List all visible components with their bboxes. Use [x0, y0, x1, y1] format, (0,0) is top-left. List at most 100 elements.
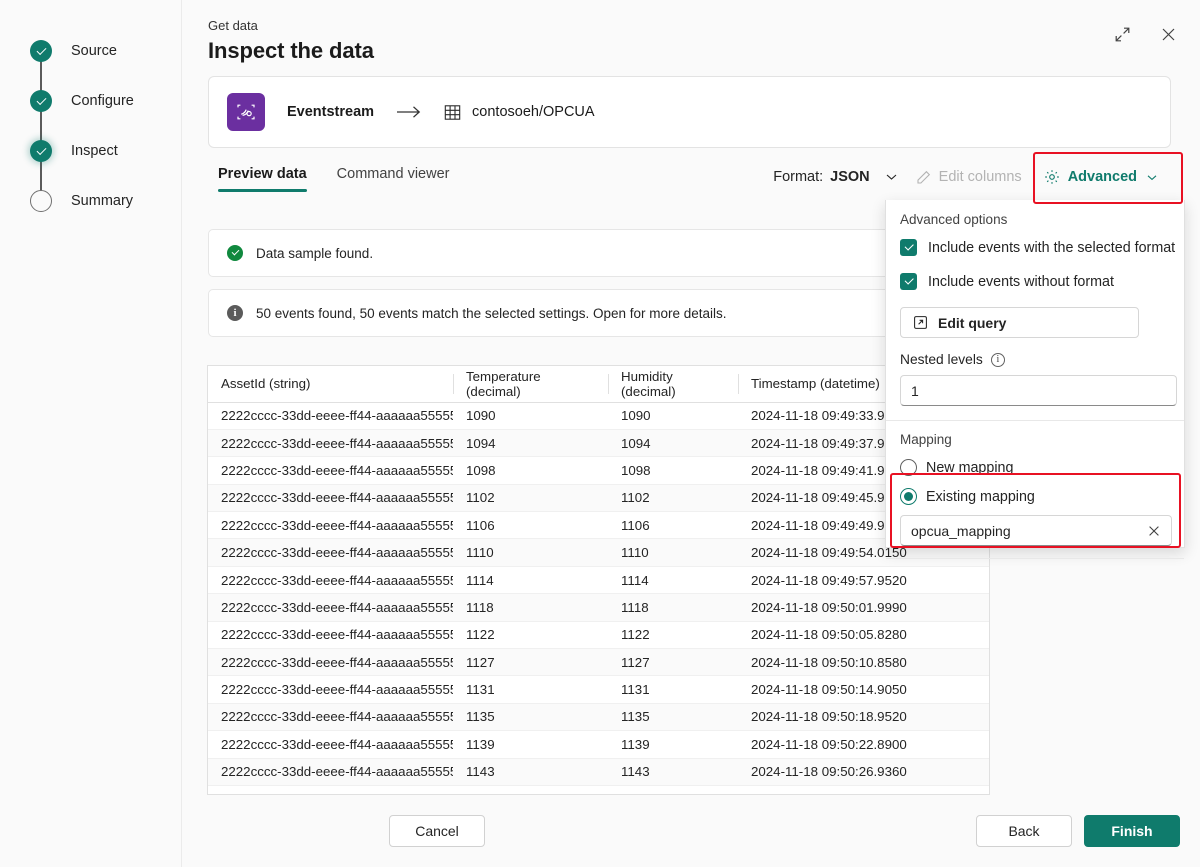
sidebar-item-source[interactable]: Source [0, 26, 181, 76]
checkbox-checked-icon [900, 239, 917, 256]
chevron-down-icon [886, 173, 897, 181]
cell-humidity: 1098 [608, 456, 738, 485]
window-actions [1106, 18, 1184, 50]
tab-command-viewer[interactable]: Command viewer [327, 162, 460, 194]
column-header-temperature[interactable]: Temperature (decimal) [453, 366, 608, 403]
back-button[interactable]: Back [976, 815, 1072, 847]
table-row[interactable]: 2222cccc-33dd-eeee-ff44-aaaaaa555555 1135… [208, 703, 989, 732]
step-label-configure: Configure [71, 93, 134, 109]
footer-left: Cancel [389, 815, 485, 847]
radio-existing-mapping[interactable]: Existing mapping [900, 488, 1170, 505]
arrow-right-icon [396, 105, 422, 119]
cell-temperature: 1118 [453, 593, 608, 622]
table-row[interactable]: 2222cccc-33dd-eeee-ff44-aaaaaa555555 1106… [208, 511, 989, 540]
cell-assetid: 2222cccc-33dd-eeee-ff44-aaaaaa555555 [208, 621, 453, 650]
cell-temperature: 1135 [453, 703, 608, 732]
sidebar-item-summary[interactable]: Summary [0, 176, 181, 226]
info-circle-icon[interactable]: i [990, 352, 1005, 367]
finish-button[interactable]: Finish [1084, 815, 1180, 847]
cell-temperature: 1094 [453, 429, 608, 458]
status-message-text: Data sample found. [256, 245, 374, 261]
cell-timestamp: 2024-11-18 09:50:10.8580 [738, 648, 989, 677]
nested-levels-input[interactable] [900, 375, 1177, 406]
format-selector[interactable]: Format: JSON [773, 169, 904, 185]
table-icon [444, 104, 461, 121]
table-row[interactable]: 2222cccc-33dd-eeee-ff44-aaaaaa555555 1102… [208, 484, 989, 513]
cell-assetid: 2222cccc-33dd-eeee-ff44-aaaaaa555555 [208, 593, 453, 622]
cell-timestamp: 2024-11-18 09:50:26.9360 [738, 758, 989, 786]
cell-temperature: 1127 [453, 648, 608, 677]
close-icon[interactable] [1152, 18, 1184, 50]
tab-preview-data[interactable]: Preview data [208, 162, 317, 194]
table-row[interactable]: 2222cccc-33dd-eeee-ff44-aaaaaa555555 1127… [208, 648, 989, 677]
sidebar-item-configure[interactable]: Configure [0, 76, 181, 126]
cell-timestamp: 2024-11-18 09:50:05.8280 [738, 621, 989, 650]
cell-timestamp: 2024-11-18 09:50:01.9990 [738, 593, 989, 622]
advanced-options-panel: Advanced options Include events with the… [885, 200, 1185, 559]
table-row[interactable]: 2222cccc-33dd-eeee-ff44-aaaaaa555555 1094… [208, 429, 989, 458]
cell-temperature: 1098 [453, 456, 608, 485]
cell-temperature: 1106 [453, 511, 608, 540]
radio-new-mapping[interactable]: New mapping [900, 459, 1170, 476]
cell-temperature: 1131 [453, 675, 608, 704]
cell-humidity: 1127 [608, 648, 738, 677]
table-row[interactable]: 2222cccc-33dd-eeee-ff44-aaaaaa555555 1139… [208, 730, 989, 759]
table-row[interactable]: 2222cccc-33dd-eeee-ff44-aaaaaa555555 1131… [208, 675, 989, 704]
cell-assetid: 2222cccc-33dd-eeee-ff44-aaaaaa555555 [208, 703, 453, 732]
existing-mapping-value: opcua_mapping [911, 522, 1011, 539]
expand-icon[interactable] [1106, 18, 1138, 50]
cell-assetid: 2222cccc-33dd-eeee-ff44-aaaaaa555555 [208, 402, 453, 430]
cell-temperature: 1143 [453, 758, 608, 786]
cell-assetid: 2222cccc-33dd-eeee-ff44-aaaaaa555555 [208, 675, 453, 704]
cell-assetid: 2222cccc-33dd-eeee-ff44-aaaaaa555555 [208, 566, 453, 595]
cell-humidity: 1090 [608, 402, 738, 430]
step-check-icon-configure [30, 90, 52, 112]
source-name: Eventstream [287, 104, 375, 120]
edit-query-button[interactable]: Edit query [900, 307, 1139, 338]
advanced-button[interactable]: Advanced [1033, 163, 1168, 191]
mapping-section-title: Mapping [900, 432, 952, 447]
cell-temperature: 1102 [453, 484, 608, 513]
table-header-row: AssetId (string) Temperature (decimal) H… [208, 366, 989, 403]
cell-assetid: 2222cccc-33dd-eeee-ff44-aaaaaa555555 [208, 648, 453, 677]
open-external-icon [913, 315, 928, 330]
cell-assetid: 2222cccc-33dd-eeee-ff44-aaaaaa555555 [208, 429, 453, 458]
cell-temperature: 1122 [453, 621, 608, 650]
table-row[interactable]: 2222cccc-33dd-eeee-ff44-aaaaaa555555 1110… [208, 538, 989, 567]
preview-data-table[interactable]: AssetId (string) Temperature (decimal) H… [207, 365, 990, 795]
wizard-rail: Source Configure Inspect Summary [0, 0, 182, 867]
cell-humidity: 1118 [608, 593, 738, 622]
cell-humidity: 1106 [608, 511, 738, 540]
cell-assetid: 2222cccc-33dd-eeee-ff44-aaaaaa555555 [208, 758, 453, 786]
step-check-icon-source [30, 40, 52, 62]
table-row[interactable]: 2222cccc-33dd-eeee-ff44-aaaaaa555555 1122… [208, 621, 989, 650]
checkbox-include-selected-format[interactable]: Include events with the selected format [900, 239, 1175, 256]
table-row[interactable]: 2222cccc-33dd-eeee-ff44-aaaaaa555555 1118… [208, 593, 989, 622]
panel-bottom-divider [886, 558, 1184, 559]
table-row[interactable]: 2222cccc-33dd-eeee-ff44-aaaaaa555555 1090… [208, 402, 989, 430]
column-header-humidity[interactable]: Humidity (decimal) [608, 366, 738, 403]
tab-preview-data-label: Preview data [218, 166, 307, 182]
table-row[interactable]: 2222cccc-33dd-eeee-ff44-aaaaaa555555 1114… [208, 566, 989, 595]
cell-humidity: 1131 [608, 675, 738, 704]
checkbox-checked-icon [900, 273, 917, 290]
cell-assetid: 2222cccc-33dd-eeee-ff44-aaaaaa555555 [208, 484, 453, 513]
cell-temperature: 1110 [453, 538, 608, 567]
format-value: JSON [830, 169, 870, 185]
column-header-assetid[interactable]: AssetId (string) [208, 366, 453, 403]
cell-humidity: 1135 [608, 703, 738, 732]
checkbox-include-without-format[interactable]: Include events without format [900, 273, 1170, 290]
edit-columns-button[interactable]: Edit columns [905, 163, 1033, 191]
sidebar-item-inspect[interactable]: Inspect [0, 126, 181, 176]
cell-timestamp: 2024-11-18 09:50:22.8900 [738, 730, 989, 759]
cell-temperature: 1139 [453, 730, 608, 759]
table-row[interactable]: 2222cccc-33dd-eeee-ff44-aaaaaa555555 1143… [208, 758, 989, 786]
table-row[interactable]: 2222cccc-33dd-eeee-ff44-aaaaaa555555 1098… [208, 456, 989, 485]
footer-right: Back Finish [976, 815, 1180, 847]
cancel-button[interactable]: Cancel [389, 815, 485, 847]
advanced-label: Advanced [1067, 169, 1137, 185]
clear-mapping-icon[interactable] [1147, 524, 1161, 538]
edit-columns-label: Edit columns [938, 169, 1022, 185]
step-check-icon-inspect [30, 140, 52, 162]
existing-mapping-combobox[interactable]: opcua_mapping [900, 515, 1172, 546]
